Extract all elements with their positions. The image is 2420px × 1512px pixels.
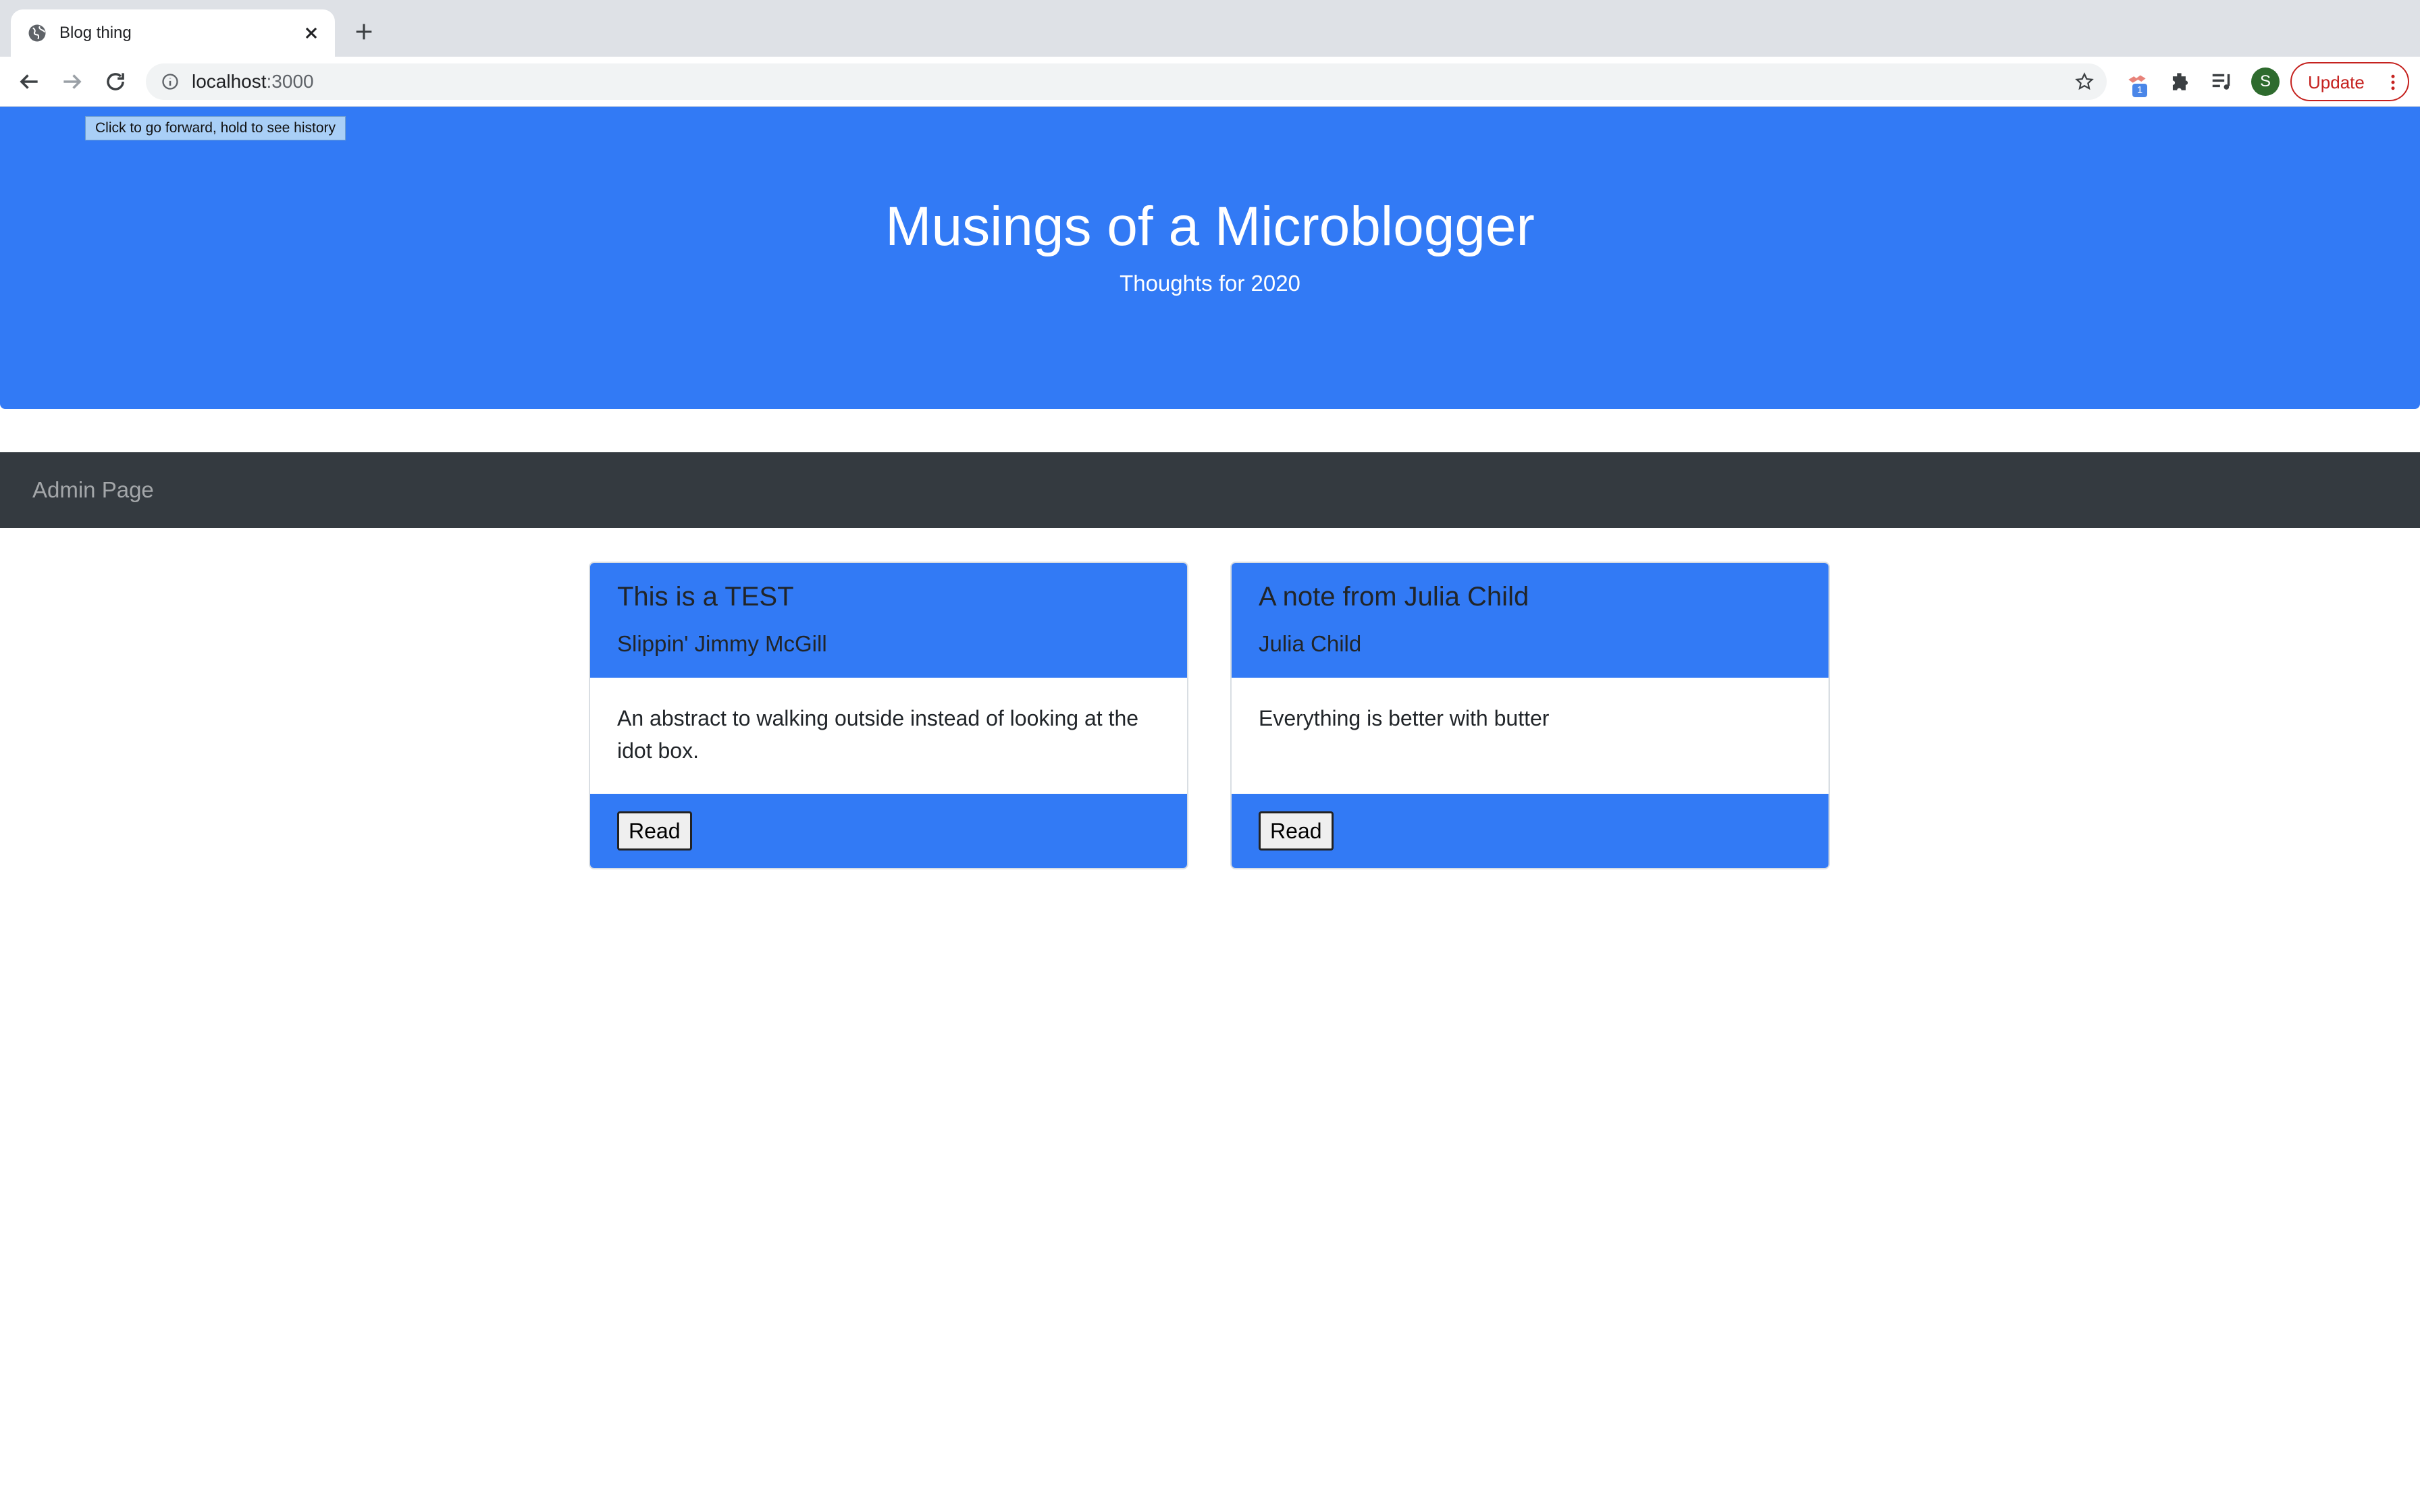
puzzle-icon[interactable]: [2167, 69, 2193, 94]
post-abstract: An abstract to walking outside instead o…: [617, 706, 1139, 763]
more-vert-icon[interactable]: [2385, 72, 2401, 92]
browser-tab[interactable]: Blog thing: [11, 9, 335, 57]
site-subtitle: Thoughts for 2020: [1120, 271, 1300, 296]
url-port: :3000: [266, 71, 314, 92]
card-header: A note from Julia Child Julia Child: [1232, 563, 1829, 678]
navbar: Admin Page: [0, 452, 2420, 528]
update-button[interactable]: Update: [2290, 62, 2409, 101]
post-title: A note from Julia Child: [1259, 582, 1529, 612]
browser-toolbar: localhost:3000 1 S Update: [0, 57, 2420, 107]
forward-arrow-icon[interactable]: [59, 69, 85, 94]
back-arrow-icon[interactable]: [16, 69, 42, 94]
url-text[interactable]: localhost:3000: [192, 70, 314, 93]
post-abstract: Everything is better with butter: [1259, 706, 1550, 730]
update-label: Update: [2308, 72, 2365, 92]
globe-icon: [28, 24, 46, 42]
tab-title: Blog thing: [59, 24, 132, 42]
post-card: This is a TEST Slippin' Jimmy McGill An …: [589, 562, 1188, 869]
post-author: Julia Child: [1259, 631, 1362, 656]
hero-banner: Musings of a Microblogger Thoughts for 2…: [0, 107, 2420, 409]
extension-badge: 1: [2132, 84, 2147, 97]
avatar[interactable]: S: [2251, 68, 2280, 96]
address-bar[interactable]: localhost:3000: [146, 63, 2107, 100]
post-card: A note from Julia Child Julia Child Ever…: [1230, 562, 1830, 869]
post-title: This is a TEST: [617, 582, 794, 612]
media-queue-icon[interactable]: [2209, 69, 2235, 94]
forward-tooltip: Click to go forward, hold to see history: [85, 116, 346, 140]
close-icon[interactable]: [300, 22, 323, 45]
post-author: Slippin' Jimmy McGill: [617, 631, 827, 656]
bookmark-star-icon[interactable]: [2074, 72, 2095, 92]
card-footer: Read: [1232, 794, 1829, 868]
read-button[interactable]: Read: [617, 811, 692, 850]
read-button[interactable]: Read: [1259, 811, 1334, 850]
browser-tabstrip: Blog thing: [0, 0, 2420, 57]
info-icon[interactable]: [161, 72, 180, 91]
reload-icon[interactable]: [103, 69, 128, 94]
new-tab-icon[interactable]: [352, 20, 375, 43]
url-host: localhost: [192, 71, 267, 92]
admin-page-link[interactable]: Admin Page: [32, 477, 154, 504]
card-footer: Read: [590, 794, 1187, 868]
site-title: Musings of a Microblogger: [885, 196, 1535, 257]
card-header: This is a TEST Slippin' Jimmy McGill: [590, 563, 1187, 678]
